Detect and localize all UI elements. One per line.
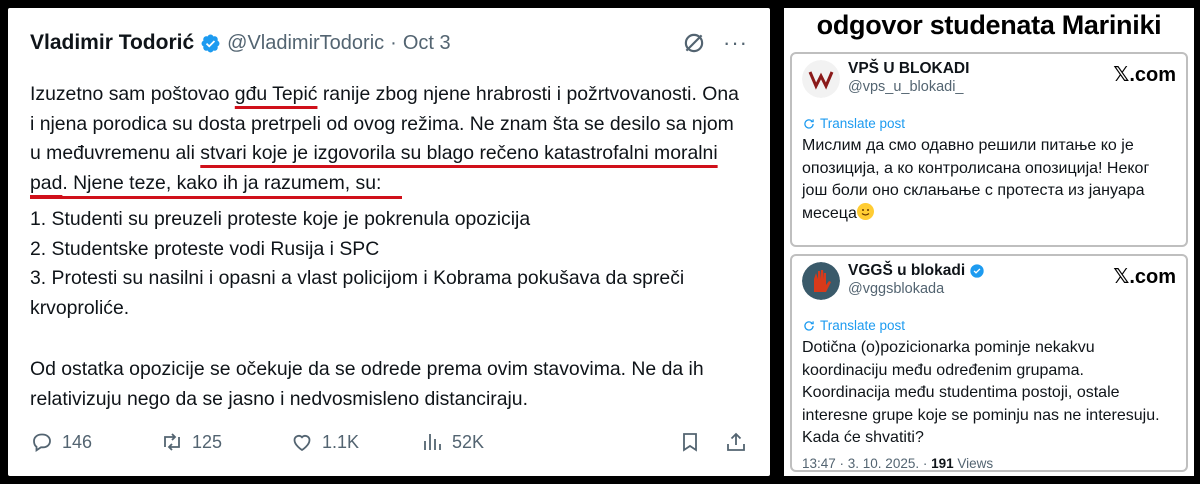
- repost-button[interactable]: 125: [160, 430, 290, 454]
- x-logo: 𝕏.com: [1113, 64, 1176, 86]
- views-button[interactable]: 52K: [420, 430, 550, 454]
- underlined-text-1: gđu Tepić: [234, 83, 318, 105]
- list-item: 2. Studentske proteste vodi Rusija i SPC: [30, 237, 380, 260]
- post-timestamp[interactable]: 13:47 · 3. 10. 2025. ·: [802, 456, 931, 471]
- like-button[interactable]: 1.1K: [290, 430, 420, 454]
- more-icon[interactable]: ···: [723, 32, 748, 54]
- share-icon[interactable]: [724, 430, 748, 454]
- panel-title: odgovor studenata Mariniki: [816, 10, 1162, 40]
- views-icon: [424, 434, 441, 450]
- card-author-name[interactable]: VPŠ U BLOKADI: [848, 60, 969, 78]
- card-author-handle[interactable]: @vps_u_blokadi_: [848, 78, 969, 96]
- tweet-header: Vladimir Todorić @VladimirTodoric · Oct …: [30, 30, 748, 56]
- bookmark-icon[interactable]: [678, 430, 702, 454]
- translate-post-link[interactable]: Translate post: [802, 116, 1176, 131]
- like-icon: [293, 434, 311, 452]
- translate-icon: [804, 320, 814, 331]
- views-count: 52K: [452, 431, 485, 452]
- grok-icon[interactable]: [681, 30, 707, 56]
- reply-card-vps: VPŠ U BLOKADI @vps_u_blokadi_ 𝕏.com Tran…: [790, 52, 1188, 247]
- header-separator: ·: [390, 31, 397, 54]
- avatar[interactable]: [802, 262, 840, 300]
- card-text: Dotična (o)pozicionarka pominje nekakvu …: [802, 339, 1160, 446]
- smile-emoji-icon: [856, 202, 874, 220]
- repost-count: 125: [192, 431, 223, 452]
- reply-button[interactable]: 146: [30, 430, 160, 454]
- verified-badge-icon: [970, 264, 984, 278]
- translate-post-link[interactable]: Translate post: [802, 318, 1176, 333]
- reply-icon: [33, 433, 51, 452]
- tweet-actions: 146 125 1.1K 52K: [30, 430, 748, 454]
- avatar[interactable]: [802, 60, 840, 98]
- reply-count: 146: [62, 431, 93, 452]
- translate-label: Translate post: [820, 116, 906, 131]
- left-tweet: Vladimir Todorić @VladimirTodoric · Oct …: [8, 8, 770, 476]
- card-text: Мислим да смо одавно решили питање ко је…: [802, 135, 1176, 225]
- text-segment: . Njene teze, kako ih ja razumem, su:: [62, 171, 382, 194]
- tweet-paragraph-2: Od ostatka opozicije se očekuje da se od…: [30, 358, 704, 410]
- card-text-body: Мислим да смо одавно решили питање ко је…: [802, 137, 1150, 222]
- like-count: 1.1K: [322, 431, 360, 452]
- list-item: 3. Protesti su nasilni i opasni a vlast …: [30, 267, 685, 319]
- verified-badge-icon: [201, 34, 220, 52]
- reply-card-vggs: VGGŠ u blokadi @vggsblokada 𝕏.com Transl…: [790, 254, 1188, 472]
- theses-list: 1. Studenti su preuzeli proteste koje je…: [30, 205, 748, 323]
- translate-label: Translate post: [820, 318, 906, 333]
- repost-icon: [164, 433, 180, 451]
- text-segment: Izuzetno sam poštovao: [30, 83, 235, 105]
- post-meta: 13:47 · 3. 10. 2025. · 191 Views: [802, 456, 1176, 471]
- translate-icon: [804, 118, 814, 129]
- author-name[interactable]: Vladimir Todorić: [30, 31, 194, 55]
- card-author-handle[interactable]: @vggsblokada: [848, 280, 985, 298]
- views-number: 191: [931, 455, 954, 471]
- tweet-body: Izuzetno sam poštovao gđu Tepić ranije z…: [30, 80, 748, 414]
- tweet-paragraph-1: Izuzetno sam poštovao gđu Tepić ranije z…: [30, 80, 748, 198]
- views-label: Views: [953, 455, 994, 471]
- x-logo: 𝕏.com: [1113, 266, 1176, 288]
- right-panel: odgovor studenata Mariniki VPŠ U BLOKADI…: [784, 8, 1194, 476]
- card-author-name-row[interactable]: VGGŠ u blokadi: [848, 262, 985, 280]
- card-author-name: VGGŠ u blokadi: [848, 262, 966, 279]
- list-item: 1. Studenti su preuzeli proteste koje je…: [30, 208, 531, 230]
- tweet-date[interactable]: Oct 3: [403, 32, 451, 55]
- author-handle[interactable]: @VladimirTodoric: [227, 32, 384, 55]
